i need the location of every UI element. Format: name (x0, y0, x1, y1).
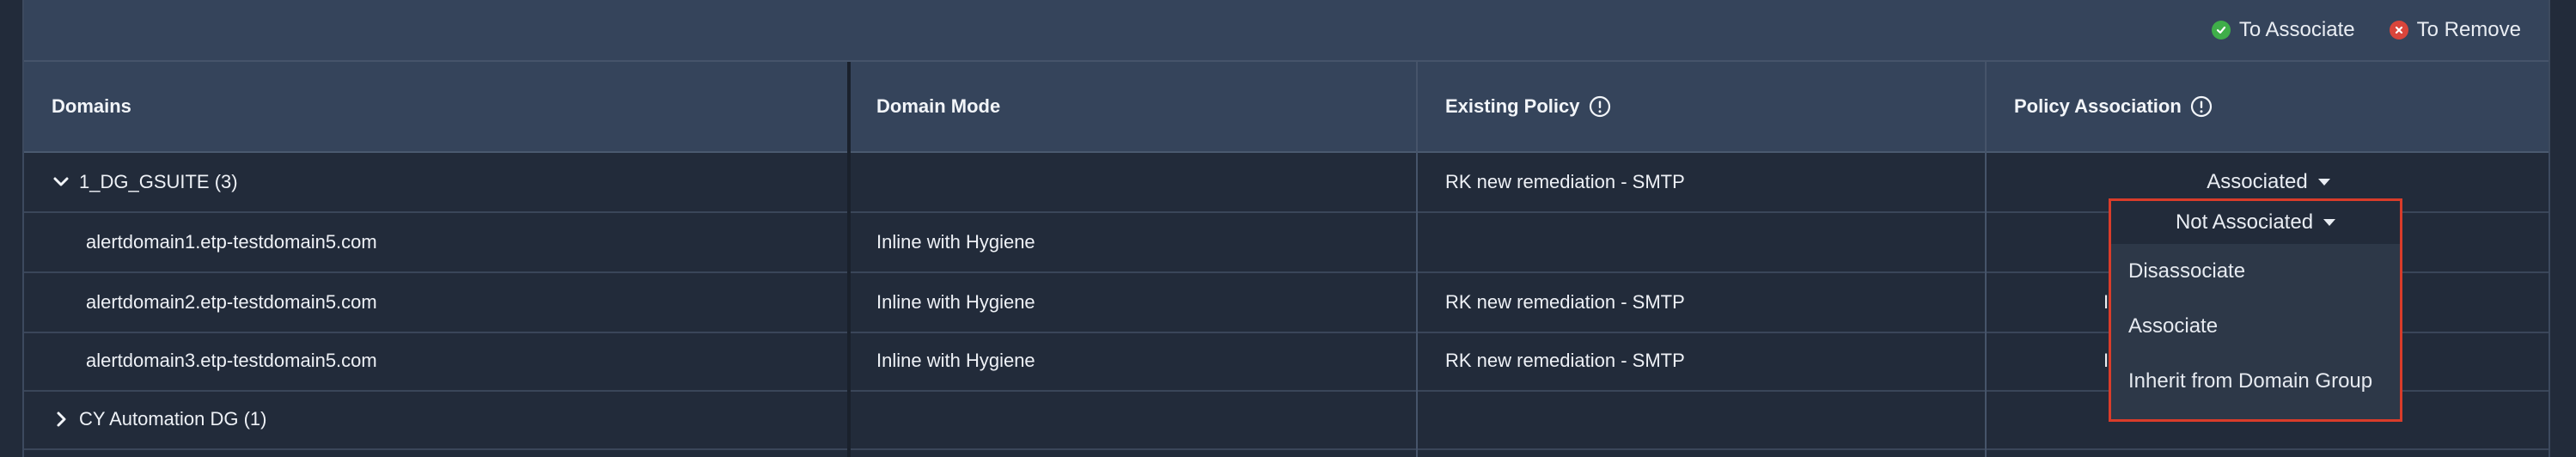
x-circle-icon (2389, 21, 2408, 40)
option-disassociate[interactable]: Disassociate (2111, 244, 2400, 299)
table-header: Domains Domain Mode Existing Policy Poli… (24, 62, 2549, 153)
caret-down-icon (2317, 179, 2330, 186)
column-divider (847, 62, 851, 457)
chevron-down-icon[interactable] (52, 173, 70, 192)
legend-to-associate-label: To Associate (2238, 18, 2355, 41)
domain-mode-cell: Inline with Hygiene (876, 291, 1035, 313)
legend-to-remove-label: To Remove (2416, 18, 2521, 41)
policy-association-table: To Associate To Remove Domains Domain Mo… (22, 0, 2550, 457)
domain-group-cell[interactable]: CY Automation DG (1) (52, 390, 266, 448)
existing-policy-cell: RK new remediation - SMTP (1445, 350, 1685, 371)
column-divider (1985, 62, 1987, 457)
column-divider (1416, 62, 1418, 457)
existing-policy-cell: RK new remediation - SMTP (1445, 171, 1685, 192)
domain-group-cell[interactable]: 1_DG_GSUITE (3) (52, 153, 238, 211)
header-policy-association[interactable]: Policy Association (1987, 62, 2549, 151)
chevron-right-icon[interactable] (52, 410, 70, 429)
legend: To Associate To Remove (2211, 0, 2521, 60)
domain-cell: alertdomain1.etp-testdomain5.com (86, 231, 377, 253)
header-domain-mode[interactable]: Domain Mode (849, 62, 1416, 151)
check-circle-icon (2211, 21, 2231, 40)
caret-down-icon (2323, 219, 2336, 226)
option-inherit-from-domain-group[interactable]: Inherit from Domain Group (2111, 354, 2400, 409)
domain-mode-cell: Inline with Hygiene (876, 350, 1035, 371)
header-existing-policy[interactable]: Existing Policy (1418, 62, 1985, 151)
table-toolbar: To Associate To Remove (24, 0, 2549, 62)
association-dropdown-menu[interactable]: Not Associated Disassociate Associate In… (2109, 198, 2402, 422)
header-domains[interactable]: Domains (24, 62, 847, 151)
info-icon[interactable] (2190, 95, 2213, 118)
association-dropdown-toggle[interactable]: Not Associated (2111, 201, 2400, 244)
legend-to-associate: To Associate (2211, 18, 2355, 42)
existing-policy-cell: RK new remediation - SMTP (1445, 291, 1685, 313)
domain-mode-cell: Inline with Hygiene (876, 231, 1035, 253)
domain-cell: alertdomain3.etp-testdomain5.com (86, 350, 377, 371)
info-icon[interactable] (1589, 95, 1611, 118)
domain-cell: alertdomain2.etp-testdomain5.com (86, 291, 377, 313)
option-associate[interactable]: Associate (2111, 299, 2400, 354)
legend-to-remove: To Remove (2389, 18, 2521, 42)
